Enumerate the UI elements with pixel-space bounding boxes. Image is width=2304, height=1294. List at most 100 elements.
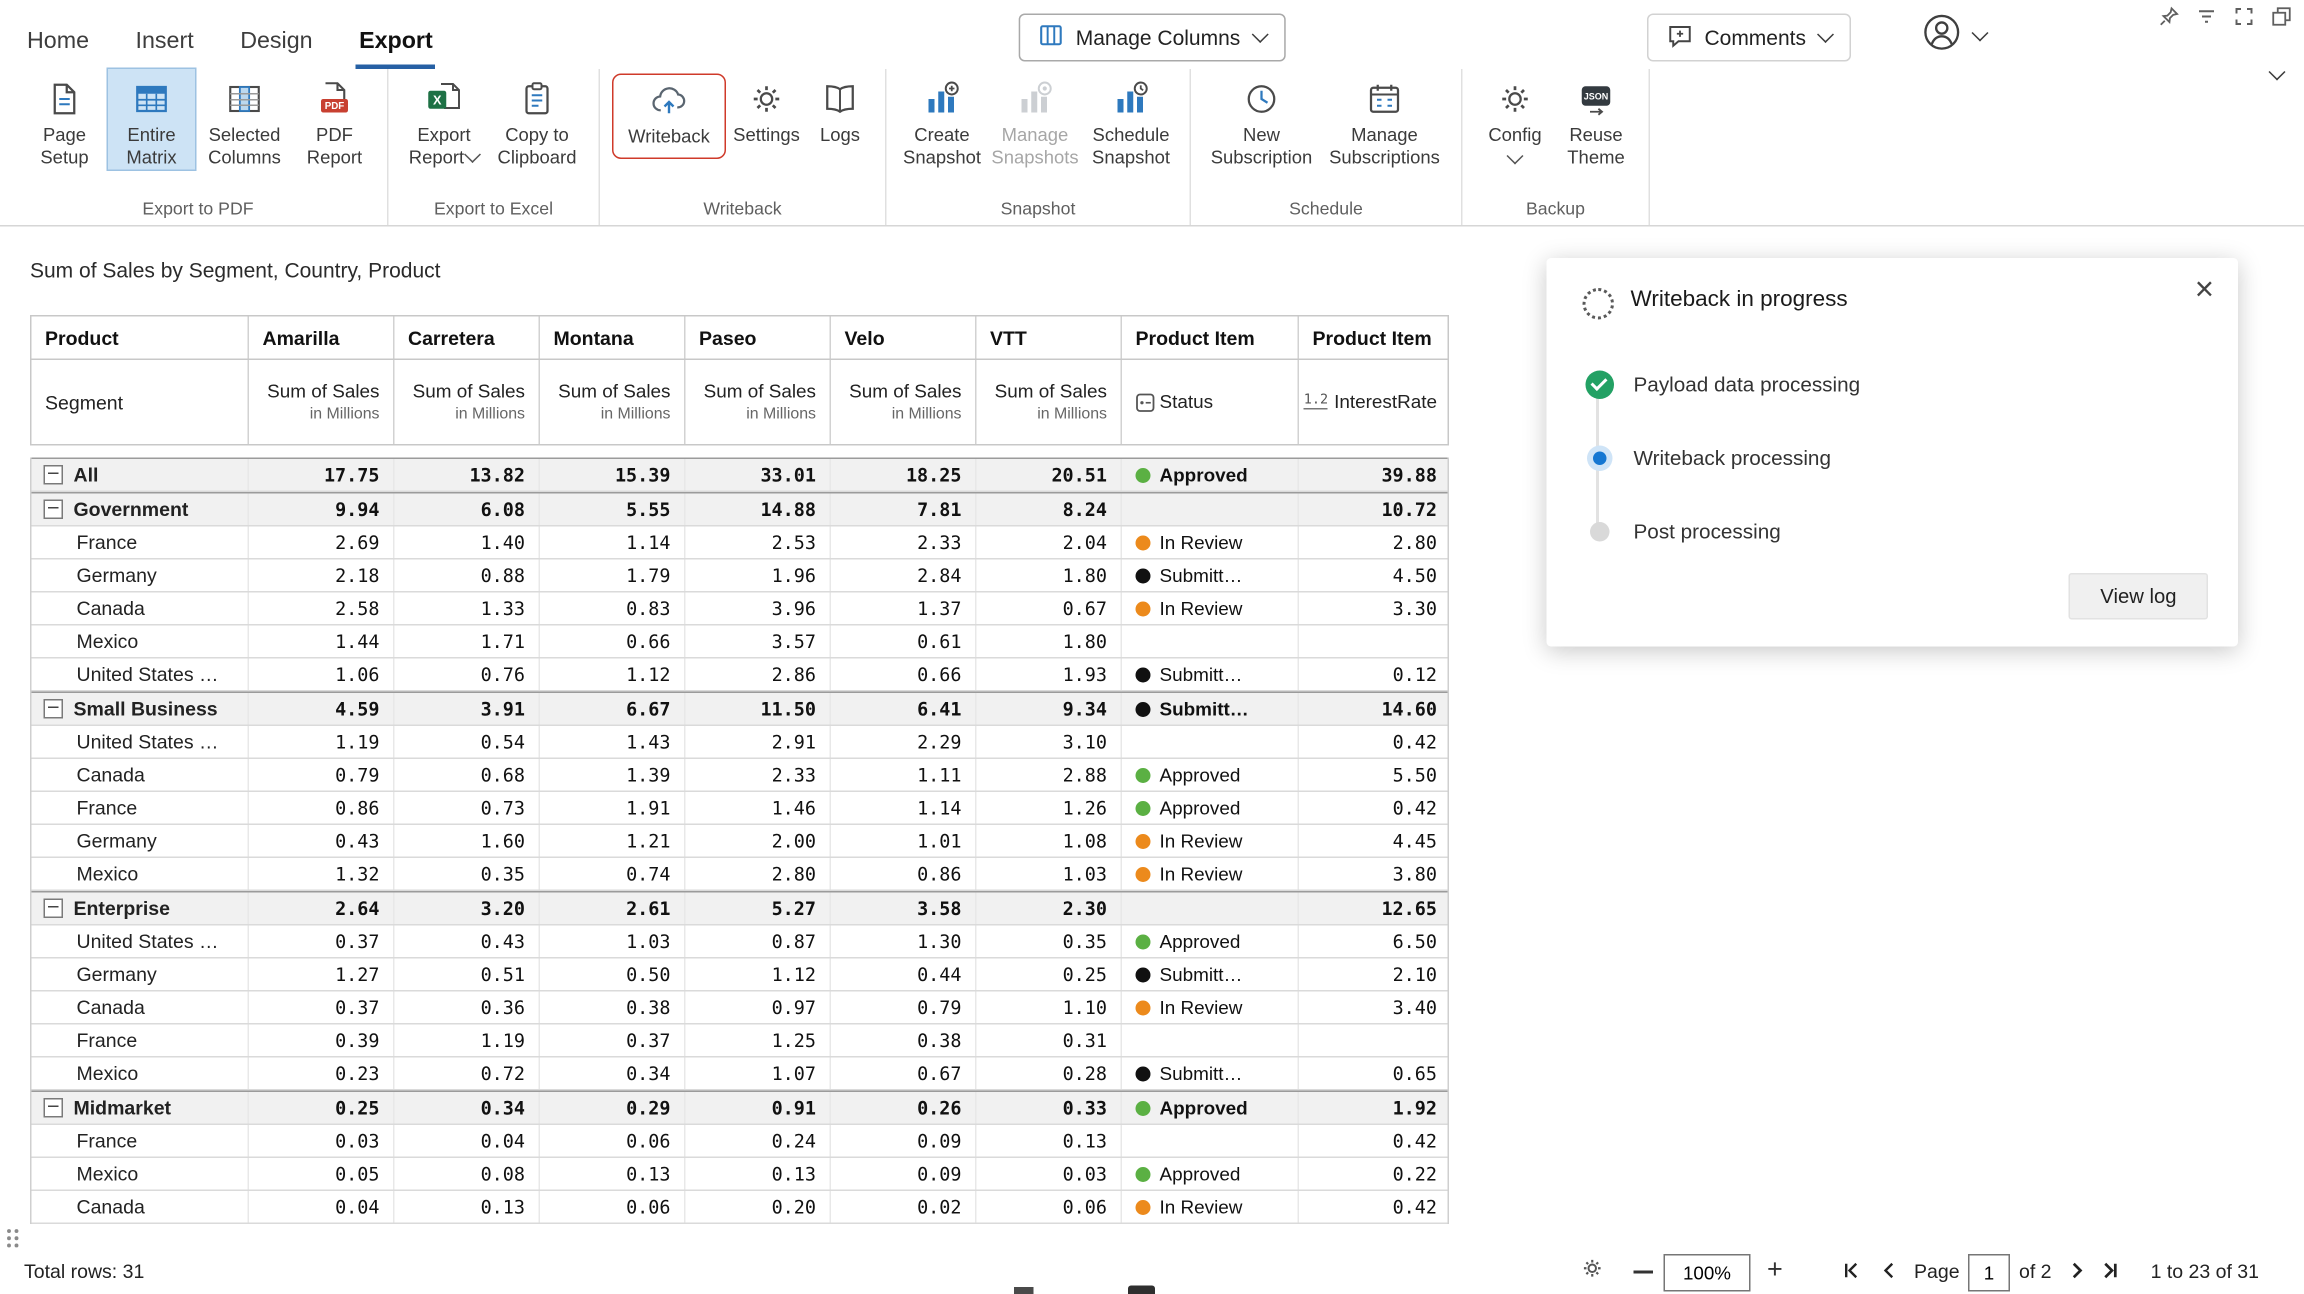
table-row[interactable]: Mexico0.230.720.341.070.670.28Submitt…0.… xyxy=(32,1058,1448,1091)
table-row[interactable]: France0.391.190.371.250.380.31 xyxy=(32,1025,1448,1058)
pdf-report-button[interactable]: PDF PDF Report xyxy=(294,69,375,169)
page-number-input[interactable] xyxy=(1968,1254,2010,1292)
tab-home[interactable]: Home xyxy=(24,29,92,70)
status-dot-icon xyxy=(1136,667,1151,682)
close-icon[interactable]: × xyxy=(2195,273,2214,306)
copy-to-clipboard-button[interactable]: Copy to Clipboard xyxy=(488,69,587,169)
more-options-icon[interactable] xyxy=(2271,6,2292,27)
measure-header[interactable]: Sum of Salesin Millions xyxy=(395,360,541,444)
sales-value-cell: 0.13 xyxy=(540,1158,686,1190)
table-row[interactable]: United States …1.190.541.432.912.293.100… xyxy=(32,726,1448,759)
focus-mode-icon[interactable] xyxy=(2234,6,2255,27)
table-row[interactable]: Germany1.270.510.501.120.440.25Submitt…2… xyxy=(32,959,1448,992)
manage-subscriptions-button[interactable]: Manage Subscriptions xyxy=(1320,69,1449,169)
table-row[interactable]: Small Business4.593.916.6711.506.419.34S… xyxy=(32,692,1448,727)
last-page-button[interactable] xyxy=(2100,1262,2120,1285)
table-row[interactable]: France2.691.401.142.532.332.04In Review2… xyxy=(32,527,1448,560)
menu-bar: Home Insert Design Export Manage Columns… xyxy=(0,0,2304,69)
product-column-header[interactable]: Paseo xyxy=(686,317,832,359)
measure-header[interactable]: Sum of Salesin Millions xyxy=(831,360,977,444)
comments-button[interactable]: Comments xyxy=(1647,14,1851,62)
pin-icon[interactable] xyxy=(2159,6,2180,27)
collapse-icon[interactable] xyxy=(44,699,64,719)
product-item-header[interactable]: Product Item xyxy=(1122,317,1299,359)
row-label: Enterprise xyxy=(74,897,170,920)
sales-value-cell: 1.44 xyxy=(249,626,395,658)
product-column-header[interactable]: Velo xyxy=(831,317,977,359)
reuse-theme-button[interactable]: JSON Reuse Theme xyxy=(1556,69,1637,169)
table-settings-gear-icon[interactable] xyxy=(1580,1256,1606,1286)
zoom-level-input[interactable] xyxy=(1664,1254,1751,1292)
visual-hover-toolbar xyxy=(2159,6,2293,27)
table-row[interactable]: Canada2.581.330.833.961.370.67In Review3… xyxy=(32,593,1448,626)
entire-matrix-button[interactable]: Entire Matrix xyxy=(108,69,195,169)
table-row[interactable]: Germany2.180.881.791.962.841.80Submitt…4… xyxy=(32,560,1448,593)
previous-page-button[interactable] xyxy=(1881,1262,1896,1285)
sales-value-cell: 1.96 xyxy=(686,560,832,592)
interest-column-header[interactable]: 1.2 InterestRate xyxy=(1299,360,1451,444)
tab-insert[interactable]: Insert xyxy=(133,29,197,70)
table-row[interactable]: Germany0.431.601.212.001.011.08In Review… xyxy=(32,825,1448,858)
manage-snapshots-button[interactable]: Manage Snapshots xyxy=(986,69,1085,169)
selected-columns-button[interactable]: Selected Columns xyxy=(195,69,294,169)
new-subscription-button[interactable]: New Subscription xyxy=(1203,69,1320,169)
measure-header[interactable]: Sum of Salesin Millions xyxy=(249,360,395,444)
schedule-snapshot-button[interactable]: Schedule Snapshot xyxy=(1085,69,1178,169)
table-row[interactable]: All17.7513.8215.3933.0118.2520.51Approve… xyxy=(32,458,1448,493)
zoom-in-button[interactable]: + xyxy=(1767,1254,1783,1286)
table-row[interactable]: Canada0.370.360.380.970.791.10In Review3… xyxy=(32,992,1448,1025)
sales-value-cell: 1.79 xyxy=(540,560,686,592)
collapse-icon[interactable] xyxy=(44,899,64,919)
table-row[interactable]: United States …0.370.431.030.871.300.35A… xyxy=(32,926,1448,959)
table-row[interactable]: United States …1.060.761.122.860.661.93S… xyxy=(32,659,1448,692)
export-report-button[interactable]: X Export Report xyxy=(401,69,488,169)
status-column-header[interactable]: Status xyxy=(1122,360,1299,444)
sales-value-cell: 8.24 xyxy=(977,494,1123,526)
product-column-header[interactable]: Carretera xyxy=(395,317,541,359)
collapse-icon[interactable] xyxy=(44,500,64,520)
button-label: Config xyxy=(1488,125,1541,147)
product-column-header[interactable]: Amarilla xyxy=(249,317,395,359)
sales-value-cell: 1.25 xyxy=(686,1025,832,1057)
measure-header[interactable]: Sum of Salesin Millions xyxy=(540,360,686,444)
create-snapshot-button[interactable]: Create Snapshot xyxy=(899,69,986,169)
tab-design[interactable]: Design xyxy=(237,29,315,70)
table-row[interactable]: France0.030.040.060.240.090.130.42 xyxy=(32,1125,1448,1158)
product-column-header[interactable]: VTT xyxy=(977,317,1123,359)
ribbon-group-export-to-excel: X Export Report Copy to Clipboard Export… xyxy=(389,69,601,225)
config-button[interactable]: Config xyxy=(1475,69,1556,165)
collapse-icon[interactable] xyxy=(44,465,64,485)
tab-export[interactable]: Export xyxy=(356,29,436,70)
button-label: Reuse Theme xyxy=(1556,125,1637,169)
table-row[interactable]: Enterprise2.643.202.615.273.582.3012.65 xyxy=(32,891,1448,926)
logs-button[interactable]: Logs xyxy=(807,69,873,147)
writeback-button[interactable]: Writeback xyxy=(612,74,726,159)
table-row[interactable]: France0.860.731.911.461.141.26Approved0.… xyxy=(32,792,1448,825)
table-row[interactable]: Canada0.040.130.060.200.020.06In Review0… xyxy=(32,1191,1448,1224)
settings-button[interactable]: Settings xyxy=(726,69,807,147)
status-cell: In Review xyxy=(1122,858,1299,890)
measure-header[interactable]: Sum of Salesin Millions xyxy=(977,360,1123,444)
table-row[interactable]: Mexico1.320.350.742.800.861.03In Review3… xyxy=(32,858,1448,891)
next-page-button[interactable] xyxy=(2070,1262,2085,1285)
table-row[interactable]: Canada0.790.681.392.331.112.88Approved5.… xyxy=(32,759,1448,792)
measure-header[interactable]: Sum of Salesin Millions xyxy=(686,360,832,444)
table-row[interactable]: Mexico0.050.080.130.130.090.03Approved0.… xyxy=(32,1158,1448,1191)
collapse-icon[interactable] xyxy=(44,1098,64,1118)
manage-columns-button[interactable]: Manage Columns xyxy=(1019,14,1286,62)
page-setup-button[interactable]: Page Setup xyxy=(21,69,108,169)
view-log-button[interactable]: View log xyxy=(2069,573,2208,620)
first-page-button[interactable] xyxy=(1842,1262,1862,1285)
chevron-down-icon xyxy=(1507,147,1524,164)
product-item-header[interactable]: Product Item xyxy=(1299,317,1451,359)
sales-value-cell: 0.24 xyxy=(686,1125,832,1157)
product-name: Carretera xyxy=(408,326,495,349)
table-row[interactable]: Mexico1.441.710.663.570.611.80 xyxy=(32,626,1448,659)
filter-icon[interactable] xyxy=(2196,6,2217,27)
selected-columns-icon xyxy=(225,80,264,119)
product-column-header[interactable]: Montana xyxy=(540,317,686,359)
zoom-out-button[interactable] xyxy=(1634,1271,1654,1274)
table-row[interactable]: Government9.946.085.5514.887.818.2410.72 xyxy=(32,492,1448,527)
table-row[interactable]: Midmarket0.250.340.290.910.260.33Approve… xyxy=(32,1091,1448,1126)
account-menu[interactable] xyxy=(1922,14,1987,59)
